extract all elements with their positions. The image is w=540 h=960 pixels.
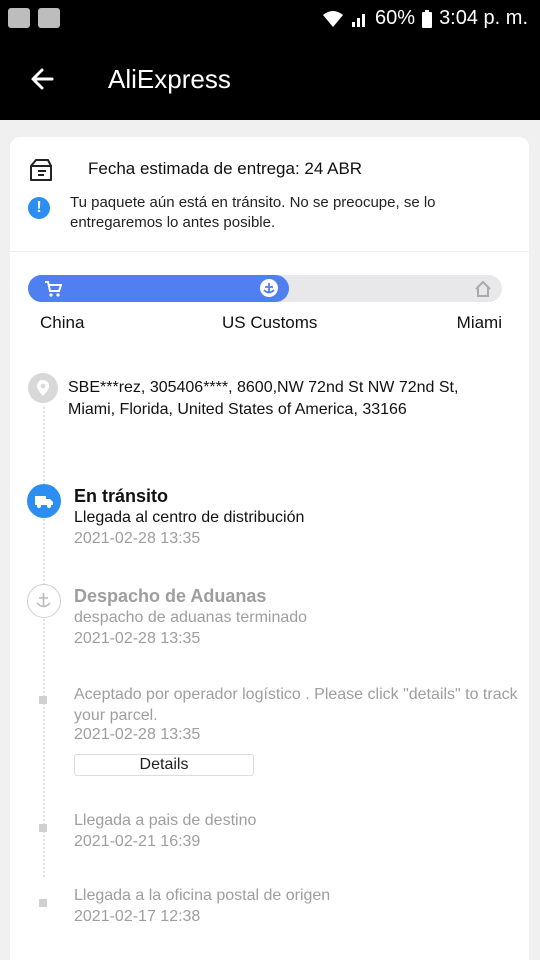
app-bar: AliExpress xyxy=(0,38,540,120)
event-date: 2021-02-17 12:38 xyxy=(74,908,201,925)
status-bar: 60% 3:04 p. m. xyxy=(0,0,540,38)
timeline-dot xyxy=(39,899,47,907)
notification-icon xyxy=(8,8,30,28)
package-icon xyxy=(30,159,52,181)
mail-icon xyxy=(38,8,60,28)
event-detail: Llegada a pais de destino xyxy=(74,812,257,829)
tracking-card: Fecha estimada de entrega: 24 ABR ! Tu p… xyxy=(10,137,529,960)
battery-icon xyxy=(422,9,433,28)
timeline-line xyxy=(43,407,45,877)
event-detail: Llegada al centro de distribución xyxy=(74,509,305,526)
cart-icon xyxy=(45,281,62,297)
timeline-dot xyxy=(39,824,47,832)
address-text: SBE***rez, 305406****, 8600,NW 72nd St N… xyxy=(68,379,459,418)
origin-label: China xyxy=(40,313,85,332)
destination-label: Miami xyxy=(456,313,502,332)
app-title: AliExpress xyxy=(108,64,231,94)
signal-icon xyxy=(352,13,366,27)
delivery-estimate-text: Fecha estimada de entrega: 24 ABR xyxy=(88,159,363,178)
info-icon: ! xyxy=(28,197,50,219)
event-date: 2021-02-28 13:35 xyxy=(74,530,201,547)
event-title: En tránsito xyxy=(74,486,169,506)
back-arrow-icon[interactable] xyxy=(26,62,60,96)
divider xyxy=(10,251,529,252)
location-pin-icon xyxy=(28,373,58,403)
event-date: 2021-02-28 13:35 xyxy=(74,726,201,743)
progress-fill xyxy=(28,275,289,302)
battery-percent: 60% xyxy=(375,7,416,29)
clock: 3:04 p. m. xyxy=(439,7,528,29)
truck-icon xyxy=(27,484,61,518)
details-button[interactable]: Details xyxy=(74,754,254,776)
transit-notice-text: Tu paquete aún está en tránsito. No se p… xyxy=(70,194,436,231)
anchor-icon xyxy=(260,279,278,297)
event-detail: despacho de aduanas terminado xyxy=(74,609,308,626)
event-title: Despacho de Aduanas xyxy=(74,586,267,606)
anchor-icon xyxy=(27,584,61,618)
timeline-dot xyxy=(39,696,47,704)
home-icon xyxy=(475,280,491,297)
event-detail: Llegada a la oficina postal de origen xyxy=(74,887,331,904)
event-date: 2021-02-21 16:39 xyxy=(74,833,201,850)
customs-label: US Customs xyxy=(222,313,318,332)
wifi-icon xyxy=(323,10,344,27)
progress-labels: China US Customs Miami xyxy=(28,313,502,335)
event-date: 2021-02-28 13:35 xyxy=(74,630,201,647)
delivery-estimate: Fecha estimada de entrega: 24 ABR xyxy=(28,157,508,185)
shipping-progress-bar xyxy=(28,275,502,302)
event-detail: Aceptado por operador logístico . Please… xyxy=(74,686,518,724)
